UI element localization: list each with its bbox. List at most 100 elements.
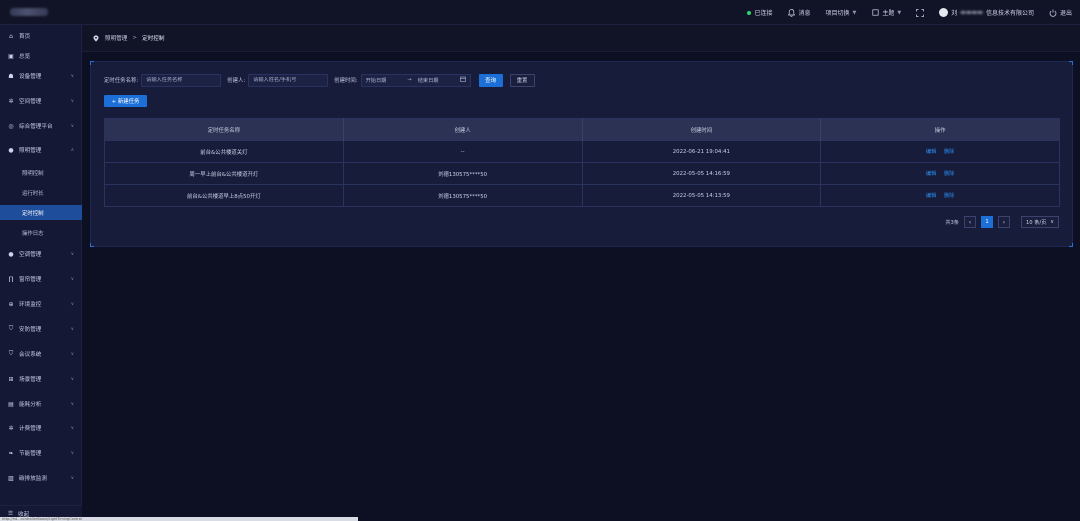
date-range-picker[interactable]: 开始日期 → 结束日期 — [360, 73, 471, 87]
sidebar-item-carbon-monitoring[interactable]: ▨ 碳排放监测 ∨ — [0, 471, 82, 485]
sidebar-subitem-timing-control[interactable]: 定时控制 — [0, 205, 82, 220]
sidebar-item-space-management[interactable]: ✲ 空间管理 ∨ — [0, 94, 82, 108]
sidebar-item-curtain-management[interactable]: ∏ 窗帘管理 ∨ — [0, 272, 82, 286]
home-icon: ⌂ — [9, 32, 13, 40]
start-date-placeholder: 开始日期 — [365, 77, 387, 84]
chevron-down-icon: ∨ — [70, 251, 74, 257]
image-icon: ▨ — [8, 474, 14, 482]
monitor-icon: ▣ — [8, 52, 14, 60]
table-row: 前台&公共楼道早上8点50开灯 刘德130575****50 2022-05-0… — [104, 184, 1060, 207]
app-logo — [10, 8, 48, 16]
sidebar-item-ac-management[interactable]: ● 空调管理 ∨ — [0, 247, 82, 261]
sidebar-subitem-label: 照明控制 — [22, 170, 44, 177]
sidebar-item-label: 环境监控 — [19, 302, 42, 308]
task-name-cell: 前台&公共楼道关灯 — [104, 140, 344, 163]
breadcrumb: 照明管理 > 定时控制 — [82, 25, 1080, 52]
breadcrumb-separator: > — [132, 35, 138, 41]
corner-decoration — [1069, 61, 1073, 65]
page-size-select[interactable]: 10 条/页 ∨ — [1021, 216, 1059, 228]
search-button[interactable]: 查询 — [478, 73, 503, 87]
chevron-down-icon: ▼ — [897, 9, 902, 16]
app-root: 已连接 消息 项目切换 ▼ 主题 ▼ 刘 ▬▬▬▬ 信息技术有限公司 退出 ⌂ … — [0, 0, 1080, 521]
add-task-button[interactable]: + 新建任务 — [104, 95, 147, 107]
calendar-icon — [459, 76, 466, 84]
page-number-button[interactable]: 1 — [981, 216, 993, 228]
chevron-down-icon: ∨ — [70, 123, 74, 129]
sidebar-item-scene-management[interactable]: ⊞ 场景管理 ∨ — [0, 372, 82, 386]
redacted-name-block: ▬▬▬▬ — [960, 9, 983, 16]
breadcrumb-parent[interactable]: 照明管理 — [105, 34, 127, 42]
user-icon: ☗ — [8, 72, 14, 80]
sidebar-subitem-label: 操作日志 — [22, 230, 44, 237]
created-time-cell: 2022-06-21 19:04:41 — [582, 140, 822, 163]
chevron-down-icon: ∨ — [70, 376, 74, 382]
created-time-cell: 2022-05-05 14:16:59 — [582, 162, 822, 185]
pagination: 共3条 ‹ 1 › 10 条/页 ∨ — [945, 216, 1059, 228]
sidebar-item-lighting-management[interactable]: ● 照明管理 ∧ — [0, 143, 82, 157]
project-switch-dropdown[interactable]: 项目切换 ▼ — [826, 8, 857, 18]
delete-link[interactable]: 删除 — [944, 193, 954, 199]
sidebar-item-energy-saving[interactable]: ❧ 节能管理 ∨ — [0, 446, 82, 460]
messages-button[interactable]: 消息 — [788, 8, 811, 17]
timing-task-table: 定时任务名称 创建人 创建时间 操作 前台&公共楼道关灯 -- 2022-06-… — [104, 118, 1060, 207]
logout-button[interactable]: 退出 — [1049, 8, 1072, 17]
sidebar-item-environment-monitoring[interactable]: ⊕ 环境监控 ∨ — [0, 297, 82, 311]
sidebar-item-security-management[interactable]: ⛉ 安防管理 ∨ — [0, 322, 82, 336]
prev-page-button[interactable]: ‹ — [964, 216, 976, 228]
theme-dropdown[interactable]: 主题 ▼ — [871, 8, 901, 17]
header-actions: 已连接 消息 项目切换 ▼ 主题 ▼ 刘 ▬▬▬▬ 信息技术有限公司 退出 — [747, 0, 1072, 25]
messages-label: 消息 — [798, 10, 811, 17]
chevron-down-icon: ∨ — [70, 401, 74, 407]
location-icon: ● — [8, 146, 14, 154]
sidebar-item-label: 窗帘管理 — [19, 277, 42, 283]
creator-cell: 刘德130575****50 — [343, 184, 583, 207]
chevron-right-icon: › — [1002, 218, 1006, 226]
sidebar-item-label: 空调管理 — [19, 252, 42, 258]
table-row: 前台&公共楼道关灯 -- 2022-06-21 19:04:41 编辑 删除 — [104, 140, 1060, 163]
shield-icon: ⛉ — [8, 350, 14, 357]
sidebar-item-label: 设备管理 — [19, 74, 42, 80]
end-date-placeholder: 结束日期 — [417, 77, 439, 84]
sidebar-subitem-label: 定时控制 — [22, 210, 44, 217]
column-header: 创建时间 — [582, 118, 822, 141]
user-menu[interactable]: 刘 ▬▬▬▬ 信息技术有限公司 — [939, 8, 1034, 17]
sidebar-item-device-management[interactable]: ☗ 设备管理 ∨ — [0, 69, 82, 83]
sidebar-item-meeting-system[interactable]: ⛉ 会议系统 ∨ — [0, 347, 82, 361]
pagination-total: 共3条 — [945, 219, 959, 226]
logout-label: 退出 — [1059, 10, 1072, 17]
company-name: 信息技术有限公司 — [985, 10, 1034, 17]
next-page-button[interactable]: › — [998, 216, 1010, 228]
edit-link[interactable]: 编辑 — [926, 171, 936, 177]
sidebar-item-integrated-platform[interactable]: ◎ 综合管理平台 ∨ — [0, 119, 82, 133]
reset-button[interactable]: 重置 — [509, 73, 535, 87]
chevron-down-icon: ∨ — [70, 276, 74, 282]
fullscreen-button[interactable] — [916, 8, 925, 17]
sidebar-item-overview[interactable]: ▣ 总览 — [0, 49, 82, 63]
creator-input[interactable] — [253, 77, 324, 83]
gear-icon: ✲ — [8, 97, 14, 105]
power-icon — [1049, 9, 1057, 17]
task-name-input[interactable] — [146, 77, 217, 83]
sidebar-item-home[interactable]: ⌂ 首页 — [0, 29, 82, 43]
chevron-down-icon: ∨ — [70, 425, 74, 431]
delete-link[interactable]: 删除 — [944, 171, 954, 177]
page-size-label: 10 条/页 — [1026, 219, 1047, 226]
sidebar-item-energy-analysis[interactable]: ▤ 能耗分析 ∨ — [0, 397, 82, 411]
chevron-left-icon: ‹ — [968, 218, 972, 226]
actions-cell: 编辑 删除 — [820, 140, 1060, 163]
actions-cell: 编辑 删除 — [820, 184, 1060, 207]
sidebar-item-billing-management[interactable]: ✲ 计费管理 ∨ — [0, 421, 82, 435]
sidebar-item-label: 首页 — [19, 34, 31, 40]
bell-icon — [788, 8, 796, 17]
location-icon: ● — [8, 250, 14, 258]
edit-link[interactable]: 编辑 — [926, 193, 936, 199]
sidebar-subitem-runtime[interactable]: 运行时长 — [0, 185, 82, 200]
edit-link[interactable]: 编辑 — [926, 149, 936, 155]
sidebar-subitem-lighting-control[interactable]: 照明控制 — [0, 165, 82, 180]
delete-link[interactable]: 删除 — [944, 149, 954, 155]
task-name-cell: 前台&公共楼道早上8点50开灯 — [104, 184, 344, 207]
creator-cell: -- — [343, 140, 583, 163]
sidebar-subitem-operation-log[interactable]: 操作日志 — [0, 225, 82, 240]
creator-input-wrapper — [248, 73, 329, 87]
sidebar-item-label: 能耗分析 — [19, 402, 42, 408]
